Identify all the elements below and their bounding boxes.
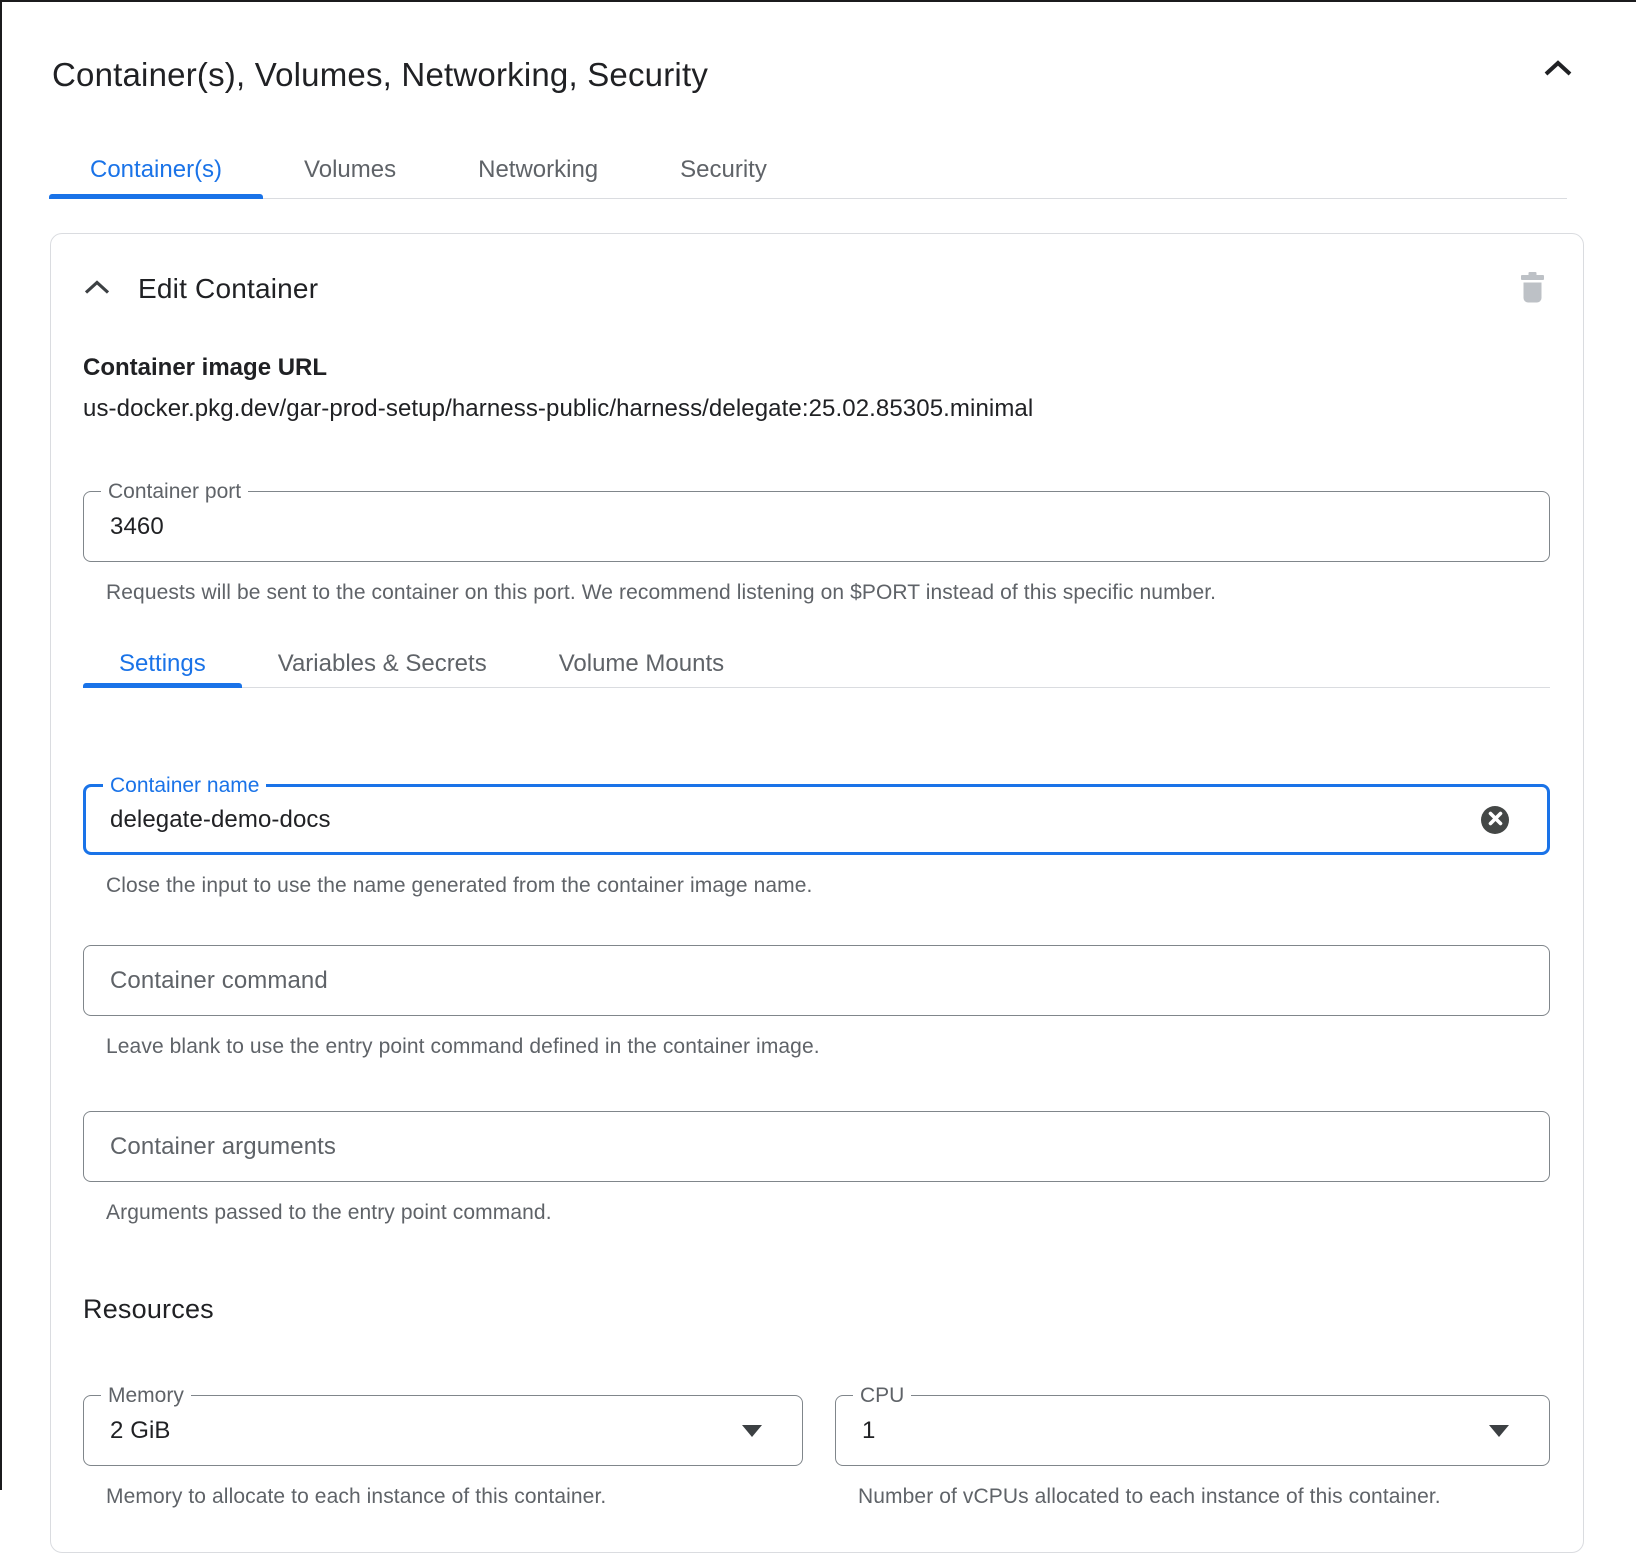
edit-container-card: Edit Container Container image URL us-do… xyxy=(50,233,1584,1553)
top-tabbar: Container(s) Volumes Networking Security xyxy=(49,141,1567,199)
container-name-input[interactable]: Container name delegate-demo-docs xyxy=(83,784,1550,855)
tab-security-label: Security xyxy=(680,156,767,184)
memory-select[interactable]: Memory 2 GiB xyxy=(83,1395,803,1466)
container-port-value: 3460 xyxy=(110,513,164,541)
container-name-helper: Close the input to use the name generate… xyxy=(106,870,1550,901)
tab-volumes[interactable]: Volumes xyxy=(263,141,437,198)
cpu-label: CPU xyxy=(853,1384,911,1407)
container-name-label: Container name xyxy=(103,774,266,797)
memory-column: Memory 2 GiB Memory to allocate to each … xyxy=(83,1395,803,1512)
memory-helper: Memory to allocate to each instance of t… xyxy=(106,1481,803,1512)
container-name-value: delegate-demo-docs xyxy=(110,806,331,834)
page-header: Container(s), Volumes, Networking, Secur… xyxy=(52,55,1578,95)
clear-name-button[interactable] xyxy=(1481,806,1509,834)
caret-down-icon xyxy=(742,1425,762,1437)
container-port-label: Container port xyxy=(101,480,248,503)
tab-containers[interactable]: Container(s) xyxy=(49,141,263,198)
container-image-url-value: us-docker.pkg.dev/gar-prod-setup/harness… xyxy=(83,395,1550,423)
container-command-placeholder: Container command xyxy=(110,967,328,995)
resources-row: Memory 2 GiB Memory to allocate to each … xyxy=(83,1395,1550,1512)
memory-value: 2 GiB xyxy=(110,1417,171,1445)
cpu-select[interactable]: CPU 1 xyxy=(835,1395,1550,1466)
section-collapse-button[interactable] xyxy=(1538,55,1578,86)
tab-variables-secrets-label: Variables & Secrets xyxy=(278,650,487,678)
tab-networking-label: Networking xyxy=(478,156,598,184)
cpu-value: 1 xyxy=(862,1417,875,1445)
inner-tabbar: Settings Variables & Secrets Volume Moun… xyxy=(83,641,1550,688)
resources-heading: Resources xyxy=(83,1294,1550,1325)
tab-settings[interactable]: Settings xyxy=(83,641,242,687)
tab-volume-mounts[interactable]: Volume Mounts xyxy=(523,641,760,687)
tab-variables-secrets[interactable]: Variables & Secrets xyxy=(242,641,523,687)
card-title: Edit Container xyxy=(138,273,318,305)
tab-networking[interactable]: Networking xyxy=(437,141,639,198)
page-title: Container(s), Volumes, Networking, Secur… xyxy=(52,55,708,95)
cpu-helper: Number of vCPUs allocated to each instan… xyxy=(858,1481,1458,1512)
container-port-input[interactable]: Container port 3460 xyxy=(83,491,1550,562)
card-header: Edit Container xyxy=(83,268,1550,310)
container-arguments-placeholder: Container arguments xyxy=(110,1133,336,1161)
container-port-helper: Requests will be sent to the container o… xyxy=(106,577,1550,608)
caret-down-icon xyxy=(1489,1425,1509,1437)
chevron-up-icon xyxy=(1542,59,1574,82)
chevron-up-icon xyxy=(83,279,111,300)
delete-container-button[interactable] xyxy=(1515,268,1550,310)
x-icon xyxy=(1488,811,1503,829)
tab-security[interactable]: Security xyxy=(639,141,808,198)
card-collapse-button[interactable] xyxy=(83,279,111,300)
tab-containers-label: Container(s) xyxy=(90,156,222,184)
container-image-url-label: Container image URL xyxy=(83,354,1550,382)
tab-settings-label: Settings xyxy=(119,650,206,678)
container-command-input[interactable]: Container command xyxy=(83,945,1550,1016)
container-command-helper: Leave blank to use the entry point comma… xyxy=(106,1031,1550,1062)
tab-volume-mounts-label: Volume Mounts xyxy=(559,650,724,678)
container-arguments-helper: Arguments passed to the entry point comm… xyxy=(106,1197,1550,1228)
container-arguments-input[interactable]: Container arguments xyxy=(83,1111,1550,1182)
tab-volumes-label: Volumes xyxy=(304,156,396,184)
cpu-column: CPU 1 Number of vCPUs allocated to each … xyxy=(835,1395,1550,1512)
memory-label: Memory xyxy=(101,1384,191,1407)
trash-icon xyxy=(1519,272,1546,306)
